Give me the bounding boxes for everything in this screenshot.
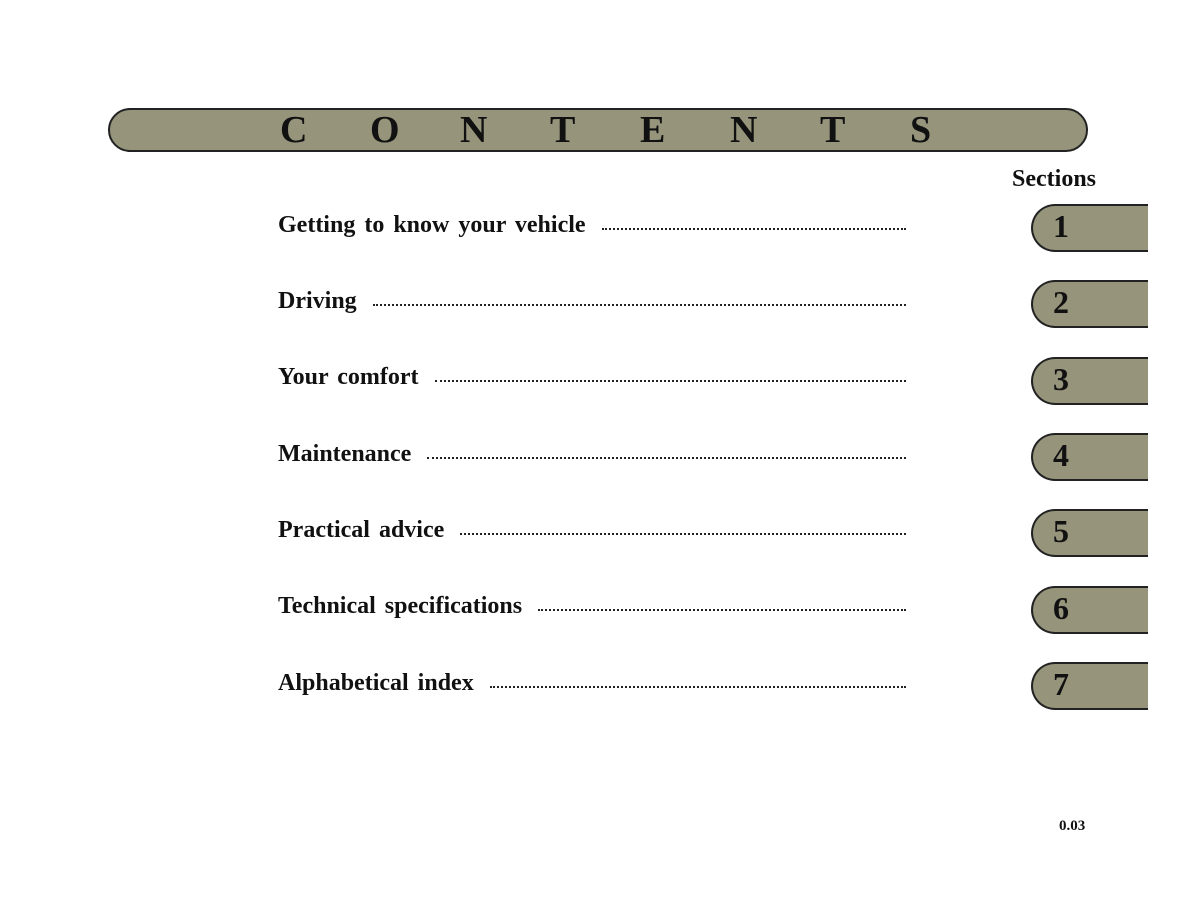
section-tab-5[interactable]: 5 [1031, 509, 1148, 557]
title-letter: S [910, 109, 932, 151]
section-number: 3 [1053, 361, 1069, 397]
dot-leader [489, 685, 906, 688]
section-tab-7[interactable]: 7 [1031, 662, 1148, 710]
toc-entry-title: Your comfort [278, 364, 419, 390]
title-letter: T [820, 109, 846, 151]
section-number: 5 [1053, 513, 1069, 549]
dot-leader [372, 303, 906, 306]
title-letter: N [730, 109, 758, 151]
section-tab-4[interactable]: 4 [1031, 433, 1148, 481]
section-number: 4 [1053, 437, 1069, 473]
toc-entry-practical-advice[interactable]: Practical advice [278, 517, 906, 549]
toc-entry-title: Getting to know your vehicle [278, 212, 586, 238]
section-tab-2[interactable]: 2 [1031, 280, 1148, 328]
toc-entry-getting-to-know[interactable]: Getting to know your vehicle [278, 212, 906, 244]
toc-entry-title: Driving [278, 288, 357, 314]
toc-entry-title: Technical specifications [278, 593, 523, 619]
toc-entry-title: Maintenance [278, 441, 412, 467]
title-letter: E [640, 109, 666, 151]
toc-entry-title: Practical advice [278, 517, 445, 543]
section-tab-1[interactable]: 1 [1031, 204, 1148, 252]
toc-entry-your-comfort[interactable]: Your comfort [278, 364, 906, 396]
dot-leader [601, 227, 906, 230]
toc-entry-driving[interactable]: Driving [278, 288, 906, 320]
section-number: 2 [1053, 284, 1069, 320]
toc-entry-title: Alphabetical index [278, 670, 474, 696]
dot-leader [427, 456, 906, 459]
contents-banner: C O N T E N T S [108, 108, 1088, 152]
title-letter: N [460, 109, 488, 151]
toc-entry-alphabetical-index[interactable]: Alphabetical index [278, 670, 906, 702]
section-number: 1 [1053, 208, 1069, 244]
section-number: 7 [1053, 666, 1069, 702]
dot-leader [460, 532, 906, 535]
dot-leader [538, 608, 906, 611]
section-number: 6 [1053, 590, 1069, 626]
page-number: 0.03 [1059, 818, 1086, 834]
toc-entry-maintenance[interactable]: Maintenance [278, 441, 906, 473]
section-tab-6[interactable]: 6 [1031, 586, 1148, 634]
page-title: C O N T E N T S [280, 109, 1000, 151]
title-letter: C [280, 109, 308, 151]
toc-entry-technical-specifications[interactable]: Technical specifications [278, 593, 906, 625]
section-tab-3[interactable]: 3 [1031, 357, 1148, 405]
dot-leader [434, 379, 906, 382]
sections-label: Sections [1012, 166, 1096, 192]
title-letter: T [550, 109, 576, 151]
title-letter: O [370, 109, 400, 151]
